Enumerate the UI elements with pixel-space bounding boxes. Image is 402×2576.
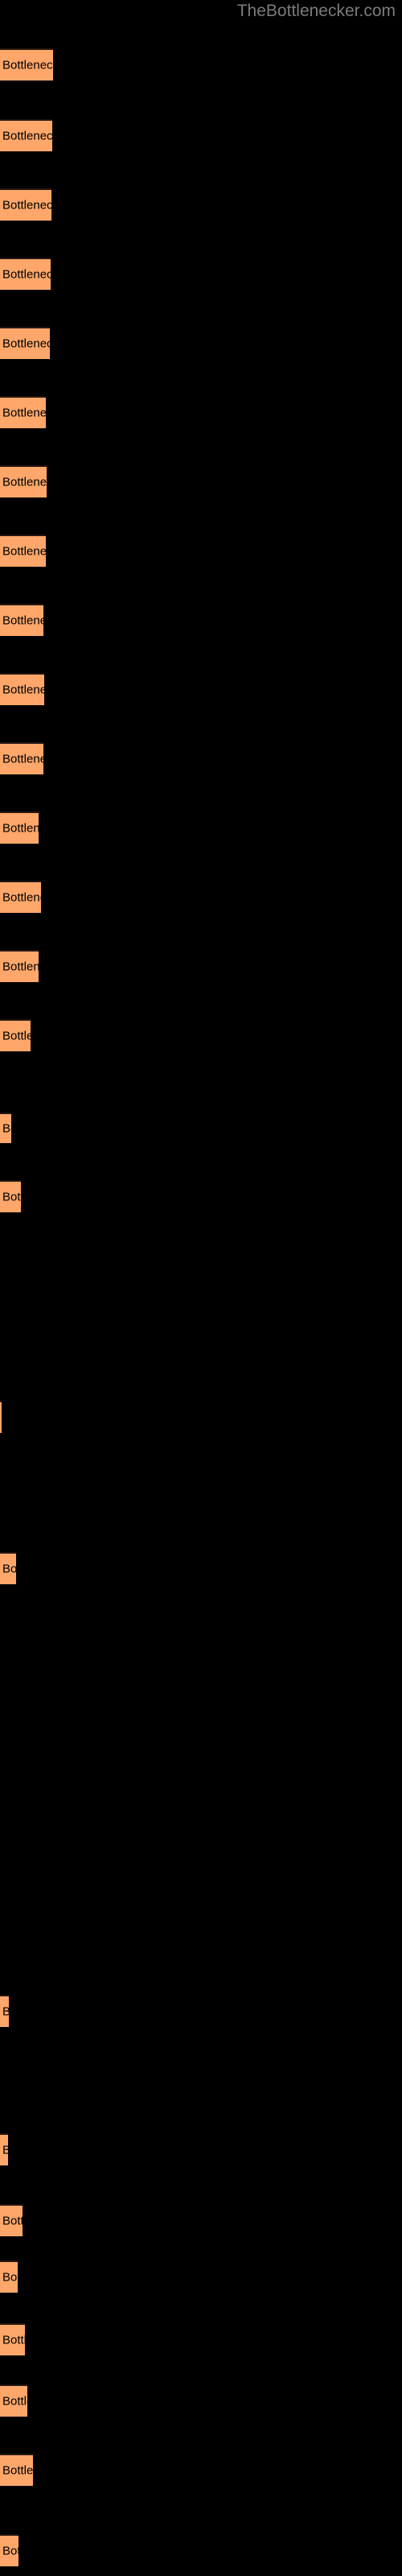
bar-12[interactable]: Bottleneck result [0,811,39,844]
bar-2[interactable]: Bottleneck result [0,119,52,151]
bar-1[interactable]: Bottleneck result [0,48,53,80]
bar-11[interactable]: Bottleneck result [0,742,43,774]
bar-label: Bottleneck result [2,2394,27,2409]
bar-label: Bottleneck result [2,544,46,559]
bar-label: Bottleneck result [2,406,46,420]
bar-label: Bottleneck result [2,683,44,697]
bar-23[interactable]: Bottleneck result [0,2260,18,2293]
bar-label: Bottleneck result [2,198,51,213]
bar-7[interactable]: Bottleneck result [0,465,47,497]
bar-24[interactable]: Bottleneck result [0,2323,25,2355]
bar-label: Bottleneck result [2,1029,31,1043]
bar-3[interactable]: Bottleneck result [0,188,51,221]
bar-4[interactable]: Bottleneck result [0,258,51,290]
bar-18[interactable]: Bottleneck result [0,1401,2,1433]
bar-label: Bottleneck result [2,890,41,905]
bar-label: Bottleneck result [2,613,43,628]
bar-label: Bottleneck result [2,752,43,766]
bar-label: Bottleneck result [2,2333,25,2347]
bar-label: Bottleneck result [2,58,53,72]
bar-label: Bottleneck result [2,1121,11,1136]
bar-13[interactable]: Bottleneck result [0,881,41,913]
bar-27[interactable]: Bottleneck result [0,2534,18,2566]
bar-label: Bottleneck result [2,960,39,974]
bar-22[interactable]: Bottleneck result [0,2204,23,2236]
bar-8[interactable]: Bottleneck result [0,535,46,567]
bar-label: Bottleneck result [2,2544,18,2558]
bar-15[interactable]: Bottleneck result [0,1019,31,1051]
bar-6[interactable]: Bottleneck result [0,396,46,428]
bar-20[interactable]: Bottleneck result [0,1995,9,2027]
bar-5[interactable]: Bottleneck result [0,327,50,359]
bar-label: Bottleneck result [2,2463,33,2478]
bar-label: Bottleneck result [2,267,51,282]
bar-label: Bottleneck result [2,2214,23,2228]
bar-label: Bottleneck result [2,2270,18,2285]
bar-label: Bottleneck result [2,1562,16,1576]
bar-17[interactable]: Bottleneck result [0,1180,21,1212]
bar-label: Bottleneck result [2,475,47,489]
bar-25[interactable]: Bottleneck result [0,2384,27,2417]
bar-label: Bottleneck result [2,2145,8,2157]
bar-label: Bottleneck result [2,1190,21,1204]
bar-label: Bottleneck result [2,821,39,836]
bar-14[interactable]: Bottleneck result [0,950,39,982]
bar-10[interactable]: Bottleneck result [0,673,44,705]
bar-19[interactable]: Bottleneck result [0,1552,16,1584]
bar-label: Bottleneck result [2,336,50,351]
bar-16[interactable]: Bottleneck result [0,1113,11,1143]
bar-26[interactable]: Bottleneck result [0,2454,33,2486]
bottleneck-bar-chart: Bottleneck result Bottleneck result Bottle… [0,0,402,2576]
bar-label: Bottleneck result [2,2006,9,2018]
bar-21[interactable]: Bottleneck result [0,2133,8,2165]
bar-9[interactable]: Bottleneck result [0,604,43,636]
bar-label: Bottleneck result [2,129,52,143]
